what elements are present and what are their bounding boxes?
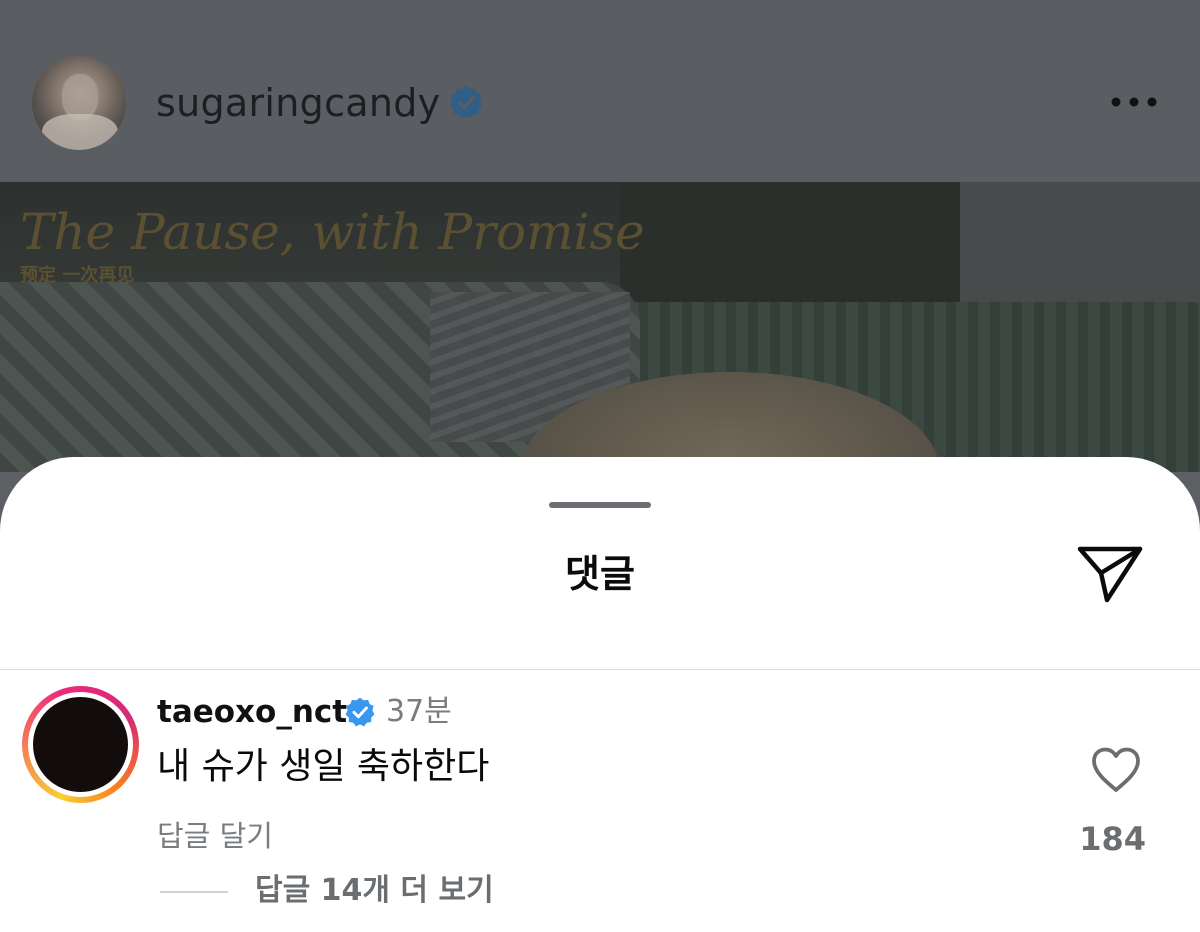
comment-avatar-story-ring[interactable]	[22, 686, 139, 803]
comments-sheet: 댓글 taeoxo_nct 37분 내 슈가 생일 축하한다 답글 달기 184…	[0, 457, 1200, 932]
comment-timestamp: 37분	[386, 694, 452, 729]
sheet-drag-handle[interactable]	[549, 502, 651, 508]
reply-button[interactable]: 답글 달기	[157, 818, 273, 854]
sheet-divider	[0, 669, 1200, 670]
replies-connector-line	[160, 891, 228, 893]
comment-avatar-gap	[28, 692, 133, 797]
verified-badge-icon	[345, 697, 375, 727]
instagram-comments-screen: sugaringcandy The Pause, with Promise 预定…	[0, 0, 1200, 932]
image-subtitle-text: 预定 一次再见	[20, 265, 135, 286]
sheet-title: 댓글	[565, 552, 635, 596]
post-header: sugaringcandy	[0, 0, 1200, 182]
comment-avatar	[33, 697, 128, 792]
post-author-username[interactable]: sugaringcandy	[156, 80, 440, 126]
verified-badge-icon	[449, 85, 483, 119]
comment-username[interactable]: taeoxo_nct	[157, 693, 347, 731]
view-replies-button[interactable]: 답글 14개 더 보기	[255, 872, 494, 910]
post-author-avatar[interactable]	[32, 56, 126, 150]
image-window	[620, 182, 960, 302]
send-icon[interactable]	[1074, 543, 1146, 605]
comment-text: 내 슈가 생일 축하한다	[157, 746, 490, 787]
heart-outline-icon[interactable]	[1090, 746, 1142, 794]
image-title-text: The Pause, with Promise	[20, 203, 645, 261]
like-count: 184	[1079, 820, 1146, 858]
post-image: The Pause, with Promise 预定 一次再见	[0, 182, 1200, 472]
avatar-body	[42, 114, 118, 150]
more-horizontal-icon[interactable]	[1104, 82, 1164, 122]
